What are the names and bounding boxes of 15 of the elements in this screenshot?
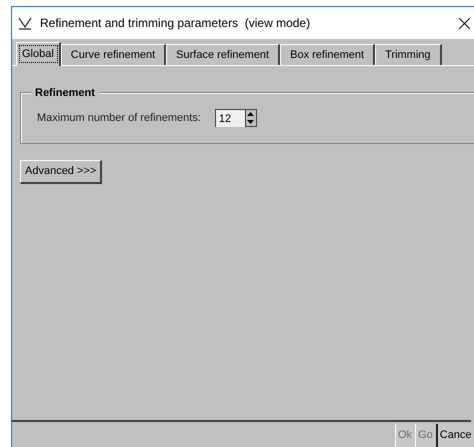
close-icon[interactable] [459, 18, 470, 29]
tab[interactable]: Curve refinement [60, 44, 166, 65]
tab[interactable]: Trimming [375, 44, 442, 65]
tab[interactable]: Box refinement [280, 44, 376, 65]
window-title: Refinement and trimming parameters (view mode) [40, 15, 310, 32]
tab[interactable]: Surface refinement [166, 44, 280, 65]
tab[interactable]: Global [16, 42, 61, 66]
down-arrow-icon [247, 120, 254, 124]
dialog-button[interactable]: Cance [436, 424, 474, 447]
field-label: Maximum number of refinements: [37, 110, 201, 126]
up-arrow-icon [247, 112, 254, 116]
checkmark-icon [18, 16, 32, 30]
advanced-button[interactable]: Advanced >>> [20, 160, 102, 184]
spinner-control[interactable] [244, 109, 257, 127]
number-field[interactable]: 12 [214, 109, 245, 127]
